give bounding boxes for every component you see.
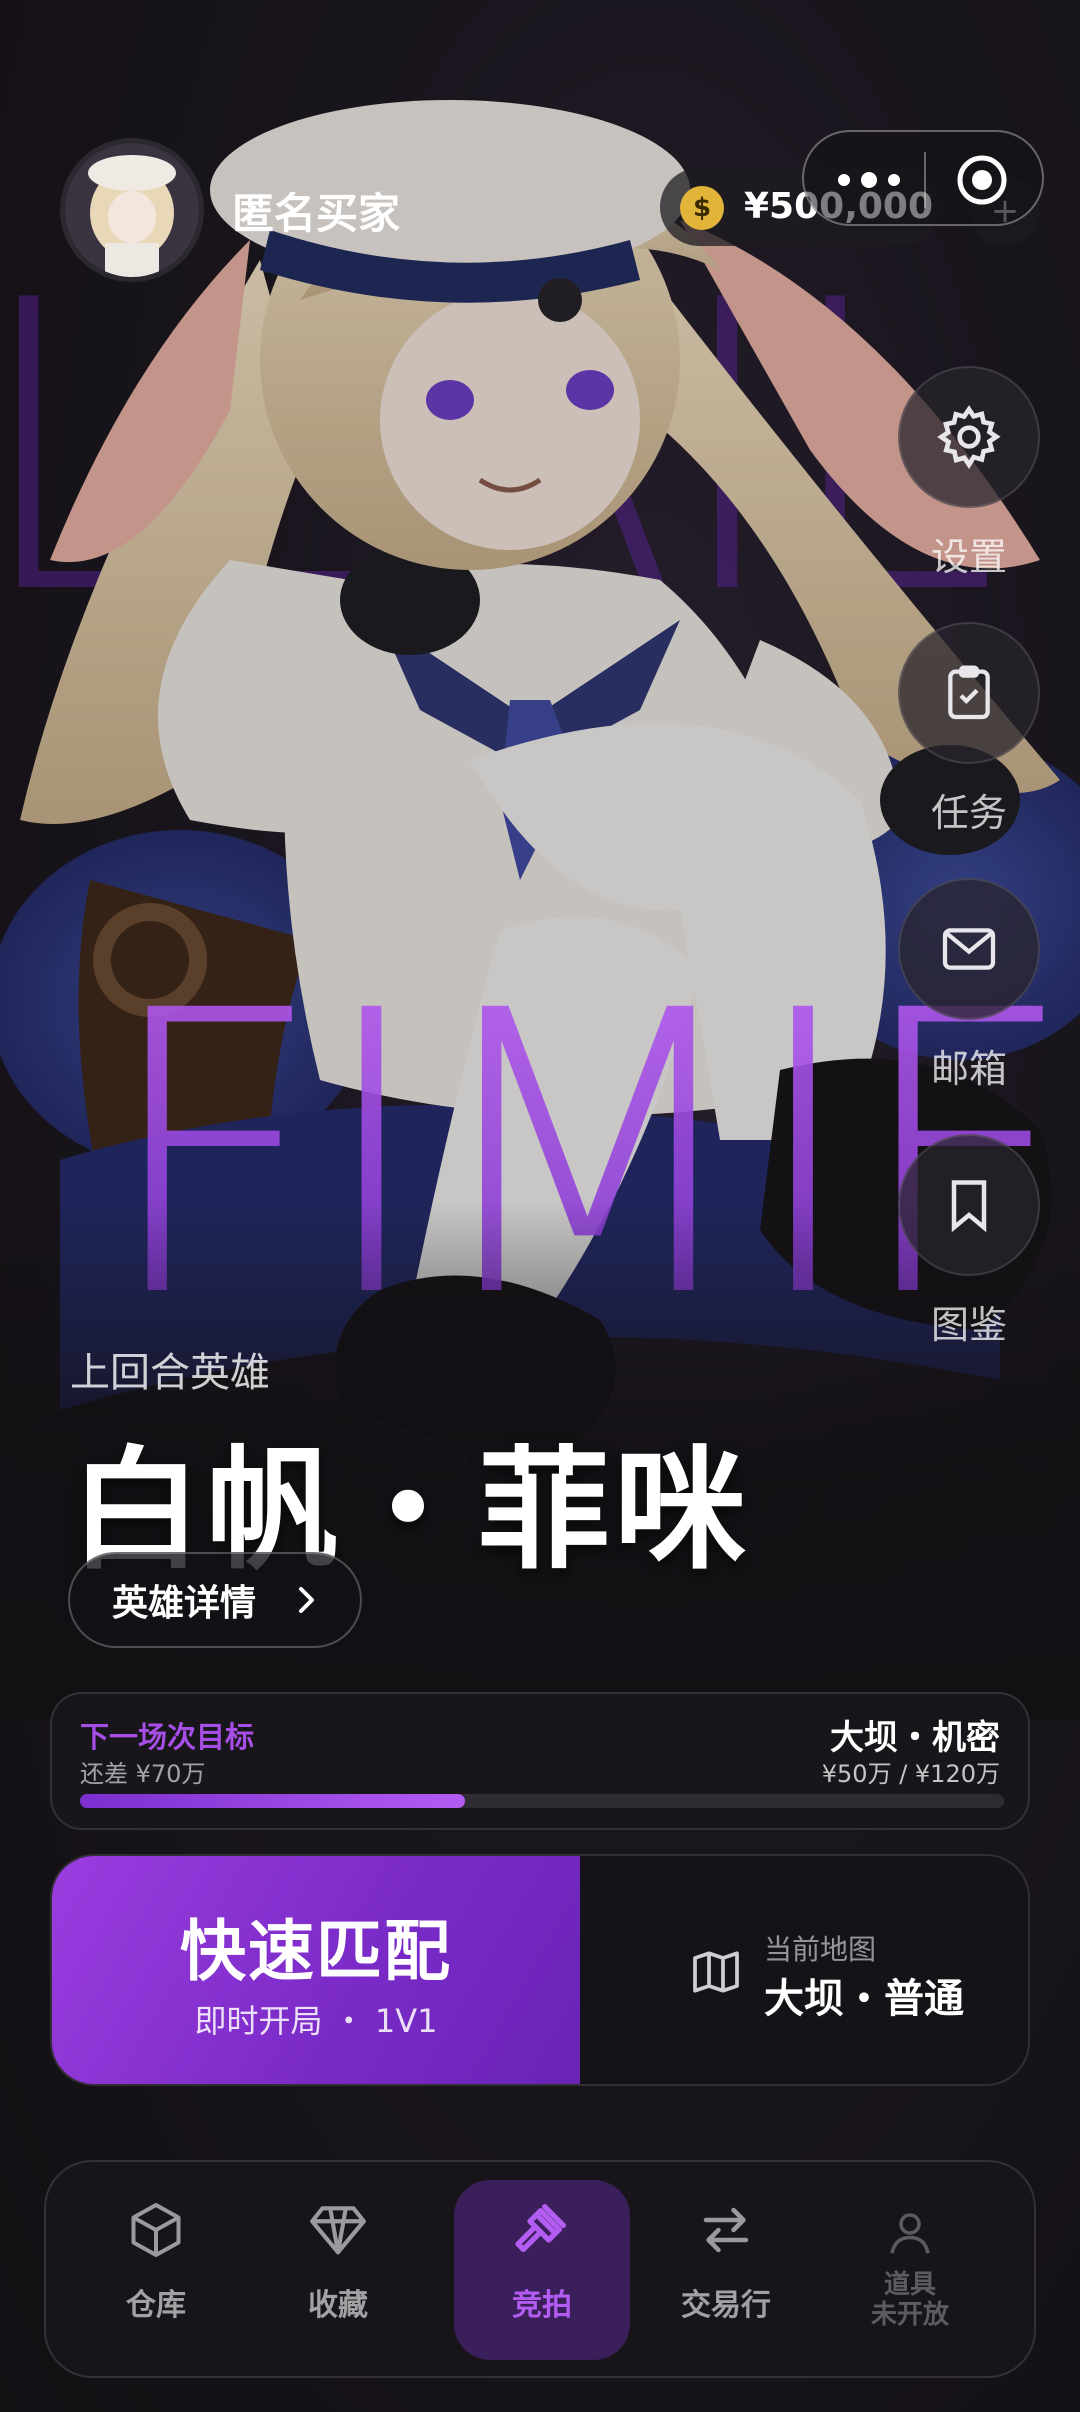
mailbox-label: 邮箱 <box>930 1047 1007 1091</box>
settings-label: 设置 <box>930 535 1007 579</box>
nav-label: 竞拍 <box>512 2288 572 2323</box>
goal-progress-track <box>80 1794 1004 1808</box>
current-map-label: 当前地图 <box>764 1933 877 1966</box>
tasks-button-circle[interactable] <box>898 622 1040 764</box>
nav-item-exchange[interactable]: 交易行 <box>638 2180 814 2360</box>
collection-button[interactable]: 图鉴 <box>898 1134 1040 1349</box>
diamond-icon <box>310 2206 366 2255</box>
username: 匿名买家 <box>232 189 401 238</box>
capsule-divider <box>924 152 926 208</box>
nav-label: 收藏 <box>308 2288 368 2323</box>
close-target-icon[interactable] <box>956 154 1008 206</box>
tasks-button[interactable]: 任务 <box>898 622 1040 837</box>
mailbox-button-circle[interactable] <box>898 878 1040 1020</box>
clipboard-check-icon <box>948 665 990 720</box>
next-goal-card: 下一场次目标 还差 ¥70万 大坝・机密 ¥50万 / ¥120万 <box>50 1692 1030 1830</box>
coin-icon: $ <box>680 186 724 230</box>
quick-match-title: 快速匹配 <box>180 1913 452 1990</box>
gavel-icon <box>515 2204 566 2252</box>
map-icon <box>693 1951 739 1993</box>
goal-map-name: 大坝・机密 <box>830 1718 1000 1758</box>
box-icon <box>131 2203 181 2257</box>
user-avatar[interactable] <box>60 138 204 282</box>
nav-item-items: 道具 未开放 <box>822 2180 998 2360</box>
collection-label: 图鉴 <box>930 1303 1007 1347</box>
nav-item-warehouse[interactable]: 仓库 <box>68 2180 244 2360</box>
chevron-right-icon <box>299 1587 315 1613</box>
avatar-image <box>65 143 199 277</box>
hero-details-label: 英雄详情 <box>112 1583 257 1624</box>
bookmark-icon <box>951 1180 987 1233</box>
goal-progress-text: ¥50万 / ¥120万 <box>821 1760 1000 1788</box>
swap-arrows-icon <box>703 2207 749 2253</box>
mail-icon <box>942 928 996 970</box>
app-screen: LLAIL <box>0 0 1080 2412</box>
nav-label-disabled: 道具 未开放 <box>822 2270 998 2330</box>
nav-label: 道具 <box>883 2270 936 2300</box>
user-icon <box>890 2213 930 2254</box>
quick-match-button[interactable]: 快速匹配 即时开局 ・ 1V1 <box>52 1856 580 2084</box>
quick-match-subtitle: 即时开局 ・ 1V1 <box>194 2002 438 2040</box>
collection-button-circle[interactable] <box>898 1134 1040 1276</box>
goal-remaining: 还差 ¥70万 <box>80 1760 206 1788</box>
current-map-selector[interactable]: 当前地图 大坝・普通 <box>580 1856 1028 2084</box>
nav-item-favorites[interactable]: 收藏 <box>250 2180 426 2360</box>
miniprogram-capsule <box>802 130 1044 226</box>
settings-button-circle[interactable] <box>898 366 1040 508</box>
nav-item-auction[interactable]: 竞拍 <box>454 2180 630 2360</box>
goal-progress-fill <box>80 1794 466 1808</box>
nav-sublabel: 未开放 <box>870 2300 949 2330</box>
hero-details-button[interactable]: 英雄详情 <box>68 1552 362 1648</box>
nav-label: 交易行 <box>681 2288 771 2323</box>
more-options-icon[interactable] <box>834 172 904 188</box>
last-round-hero-label: 上回合英雄 <box>70 1350 270 1396</box>
nav-label: 仓库 <box>126 2288 186 2323</box>
goal-title: 下一场次目标 <box>80 1720 255 1754</box>
tasks-label: 任务 <box>930 791 1007 835</box>
match-card: 快速匹配 即时开局 ・ 1V1 当前地图 大坝・普通 <box>50 1854 1030 2086</box>
settings-button[interactable]: 设置 <box>898 366 1040 581</box>
mailbox-button[interactable]: 邮箱 <box>898 878 1040 1093</box>
bottom-nav: 仓库 收藏 竞拍 交易行 道具 未开放 <box>44 2160 1036 2378</box>
gear-icon <box>937 405 1001 470</box>
current-map-value: 大坝・普通 <box>764 1976 964 2022</box>
